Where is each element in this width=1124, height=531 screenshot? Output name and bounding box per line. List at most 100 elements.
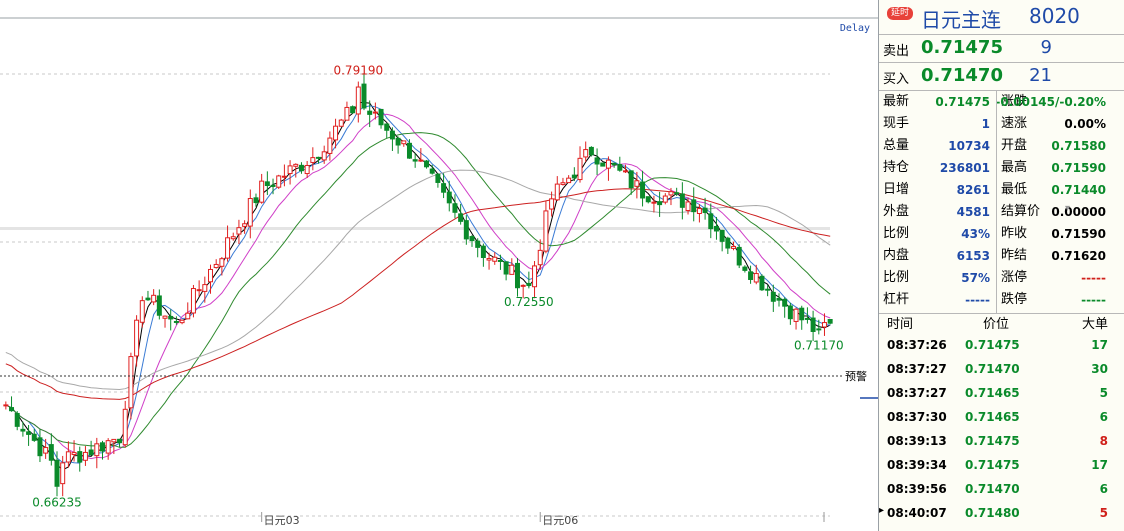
candle-body xyxy=(253,197,259,204)
stat-value: 0.00000 xyxy=(1051,205,1106,219)
tick-volume: 6 xyxy=(1099,410,1108,424)
tick-price: 0.71475 xyxy=(965,458,1020,472)
candle-body xyxy=(208,268,213,283)
candle-body xyxy=(668,191,674,196)
candle-body xyxy=(196,289,202,292)
stat-left-3: 持仓 236801 xyxy=(879,157,994,179)
candle-body xyxy=(276,175,282,188)
candle-body xyxy=(179,319,185,324)
candle-body xyxy=(753,273,759,283)
candle-body xyxy=(333,125,339,141)
stat-left-9: 杠杆 ----- xyxy=(879,289,994,311)
stat-label: 跌停 xyxy=(1001,292,1028,307)
candle-body xyxy=(372,111,378,114)
candle-body xyxy=(776,297,782,301)
tick-time: 08:39:34 xyxy=(887,458,947,472)
sell-quote-row[interactable]: 卖出 0.71475 9 xyxy=(879,34,1124,62)
candle-body xyxy=(640,181,646,199)
candle-body xyxy=(99,442,105,452)
candle-body xyxy=(787,305,793,320)
stat-label: 结算价 xyxy=(1001,204,1041,219)
stat-value: 10734 xyxy=(948,139,990,153)
candle-body xyxy=(122,408,128,446)
candle-body xyxy=(105,440,111,454)
settle-dropdown-icon[interactable]: ▾ xyxy=(1065,203,1070,214)
candle-body xyxy=(247,198,253,227)
candle-body xyxy=(151,294,157,303)
candle-body xyxy=(60,462,66,485)
stat-left-8: 比例 57% xyxy=(879,267,994,289)
candle-body xyxy=(82,451,88,461)
candle-body xyxy=(600,162,606,167)
stat-value: 0.71580 xyxy=(1051,139,1106,153)
candle-body xyxy=(242,223,248,227)
stat-right-3: 最高 0.71590 xyxy=(997,157,1112,179)
stat-left-5: 外盘 4581 xyxy=(879,201,994,223)
delay-badge: 延时 xyxy=(887,7,913,20)
candlestick-chart[interactable]: 预警 0.79190 0.72550 0.66235 0.71170 日元03 日元06 xyxy=(0,0,878,531)
tick-row[interactable]: 08:39:13 0.71475 8 xyxy=(879,429,1124,453)
stat-label: 昨收 xyxy=(1001,226,1028,241)
candle-body xyxy=(429,168,435,174)
candle-body xyxy=(20,428,26,432)
tick-row[interactable]: 08:37:27 0.71465 5 xyxy=(879,381,1124,405)
candle-body xyxy=(344,106,350,121)
scroll-left-icon[interactable]: ▸ xyxy=(879,505,884,516)
candle-body xyxy=(685,201,691,211)
stat-label: 持仓 xyxy=(883,160,910,175)
stat-label: 最新 xyxy=(883,94,910,109)
stat-left-2: 总量 10734 xyxy=(879,135,994,157)
candle-body xyxy=(94,443,100,457)
x-tick-label: 日元06 xyxy=(542,514,578,527)
candle-body xyxy=(458,213,464,222)
candle-body xyxy=(492,256,498,262)
tick-row[interactable]: 08:39:56 0.71470 6 xyxy=(879,477,1124,501)
candle-body xyxy=(270,184,276,187)
instrument-title: 日元主连 xyxy=(921,8,1001,32)
candle-body xyxy=(463,220,469,240)
candle-body xyxy=(452,203,458,213)
candle-body xyxy=(679,193,685,208)
candle-body xyxy=(827,319,833,324)
buy-quote-row[interactable]: 买入 0.71470 21 xyxy=(879,62,1124,90)
tick-price: 0.71480 xyxy=(965,506,1020,520)
candle-body xyxy=(134,319,140,357)
candle-body xyxy=(469,236,475,242)
candle-body xyxy=(139,300,145,323)
price-chart[interactable]: 预警 0.79190 0.72550 0.66235 0.71170 日元03 日元06 D… xyxy=(0,0,878,531)
candle-body xyxy=(213,263,219,269)
candle-body xyxy=(37,437,43,457)
tick-row[interactable]: 08:37:26 0.71475 17 xyxy=(879,333,1124,357)
stat-value: 1 xyxy=(981,117,990,131)
candle-body xyxy=(713,225,719,232)
candle-body xyxy=(225,237,231,259)
tick-row[interactable]: 08:40:07 0.71480 5 xyxy=(879,501,1124,525)
candle-body xyxy=(378,108,384,126)
candle-body xyxy=(765,288,771,291)
tick-volume: 17 xyxy=(1091,338,1108,352)
stat-left-4: 日增 8261 xyxy=(879,179,994,201)
tick-row[interactable]: 08:37:30 0.71465 6 xyxy=(879,405,1124,429)
stat-right-4: 最低 0.71440 xyxy=(997,179,1112,201)
candle-body xyxy=(304,164,310,175)
candle-body xyxy=(185,312,191,320)
tick-row[interactable]: 08:39:34 0.71475 17 xyxy=(879,453,1124,477)
candle-body xyxy=(310,157,316,163)
stat-label: 昨结 xyxy=(1001,248,1028,263)
candle-body xyxy=(446,191,452,204)
candle-body xyxy=(259,180,265,203)
candle-body xyxy=(725,237,731,249)
candle-body xyxy=(111,438,117,443)
candle-body xyxy=(48,444,54,461)
buy-label: 买入 xyxy=(883,72,910,87)
tick-row[interactable]: 08:37:27 0.71470 30 xyxy=(879,357,1124,381)
tick-time: 08:39:13 xyxy=(887,434,947,448)
instrument-header: 延时 日元主连 8020 xyxy=(879,0,1124,34)
buy-volume: 21 xyxy=(1029,65,1052,86)
stat-value: 236801 xyxy=(939,161,990,175)
candle-body xyxy=(475,240,481,248)
candle-body xyxy=(696,208,702,215)
tick-price: 0.71465 xyxy=(965,386,1020,400)
tick-price: 0.71475 xyxy=(965,434,1020,448)
stat-value: 0.71475 xyxy=(935,95,990,109)
